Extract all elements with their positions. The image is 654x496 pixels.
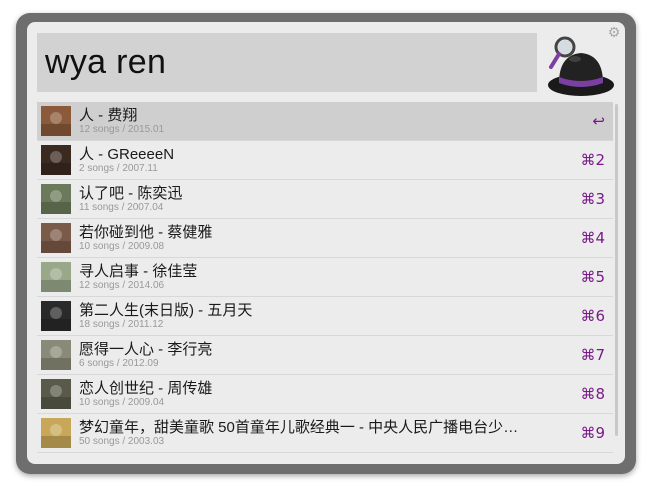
results-list: 人 - 费翔 12 songs / 2015.01 ↩ 人 - GReeeeN 2 so… <box>37 102 613 454</box>
result-subtitle: 2 songs / 2007.11 <box>79 163 158 174</box>
result-shortcut: ↩ <box>592 112 605 130</box>
result-shortcut: ⌘6 <box>580 307 605 325</box>
result-shortcut: ⌘7 <box>580 346 605 364</box>
result-shortcut: ⌘2 <box>580 151 605 169</box>
result-shortcut: ⌘9 <box>580 424 605 442</box>
result-title: 恋人创世纪 - 周传雄 <box>79 380 213 397</box>
result-row[interactable]: 梦幻童年，甜美童歌 50首童年儿歌经典一 - 中央人民广播电台少年… 50 son… <box>37 414 613 453</box>
result-row[interactable]: 恋人创世纪 - 周传雄 10 songs / 2009.04 ⌘8 <box>37 375 613 414</box>
scrollbar[interactable] <box>615 104 618 436</box>
result-row[interactable]: 若你碰到他 - 蔡健雅 10 songs / 2009.08 ⌘4 <box>37 219 613 258</box>
result-subtitle: 11 songs / 2007.04 <box>79 202 164 213</box>
result-title: 若你碰到他 - 蔡健雅 <box>79 224 213 241</box>
result-subtitle: 12 songs / 2014.06 <box>79 280 165 291</box>
album-art-thumbnail <box>41 301 71 331</box>
result-shortcut: ⌘5 <box>580 268 605 286</box>
result-title: 愿得一人心 - 李行亮 <box>79 341 213 358</box>
result-row[interactable]: 寻人启事 - 徐佳莹 12 songs / 2014.06 ⌘5 <box>37 258 613 297</box>
album-art-thumbnail <box>41 379 71 409</box>
result-title: 寻人启事 - 徐佳莹 <box>79 263 198 280</box>
result-subtitle: 12 songs / 2015.01 <box>79 124 165 135</box>
result-subtitle: 10 songs / 2009.08 <box>79 241 165 252</box>
result-title: 人 - 费翔 <box>79 107 138 124</box>
gear-icon[interactable]: ⚙ <box>606 24 622 40</box>
result-shortcut: ⌘4 <box>580 229 605 247</box>
album-art-thumbnail <box>41 340 71 370</box>
result-shortcut: ⌘8 <box>580 385 605 403</box>
result-subtitle: 10 songs / 2009.04 <box>79 397 165 408</box>
result-shortcut: ⌘3 <box>580 190 605 208</box>
result-title: 第二人生(末日版) - 五月天 <box>79 302 253 319</box>
result-title: 人 - GReeeeN <box>79 146 175 163</box>
result-subtitle: 18 songs / 2011.12 <box>79 319 164 330</box>
album-art-thumbnail <box>41 223 71 253</box>
launcher-panel: wya ren ⚙ 人 - 费翔 12 songs / 2015.01 ↩ 人 - G… <box>27 22 625 464</box>
result-row[interactable]: 认了吧 - 陈奕迅 11 songs / 2007.04 ⌘3 <box>37 180 613 219</box>
album-art-thumbnail <box>41 418 71 448</box>
album-art-thumbnail <box>41 184 71 214</box>
result-subtitle: 50 songs / 2003.03 <box>79 436 165 447</box>
search-input[interactable]: wya ren <box>37 33 537 92</box>
result-row[interactable]: 人 - 费翔 12 songs / 2015.01 ↩ <box>37 102 613 141</box>
album-art-thumbnail <box>41 262 71 292</box>
result-title: 梦幻童年，甜美童歌 50首童年儿歌经典一 - 中央人民广播电台少年… <box>79 419 529 436</box>
result-row[interactable]: 愿得一人心 - 李行亮 6 songs / 2012.09 ⌘7 <box>37 336 613 375</box>
result-row[interactable]: 第二人生(末日版) - 五月天 18 songs / 2011.12 ⌘6 <box>37 297 613 336</box>
result-subtitle: 6 songs / 2012.09 <box>79 358 159 369</box>
album-art-thumbnail <box>41 145 71 175</box>
alfred-hat-icon <box>545 33 617 101</box>
result-title: 认了吧 - 陈奕迅 <box>79 185 183 202</box>
result-row[interactable]: 人 - GReeeeN 2 songs / 2007.11 ⌘2 <box>37 141 613 180</box>
search-query[interactable]: wya ren <box>37 43 166 82</box>
album-art-thumbnail <box>41 106 71 136</box>
